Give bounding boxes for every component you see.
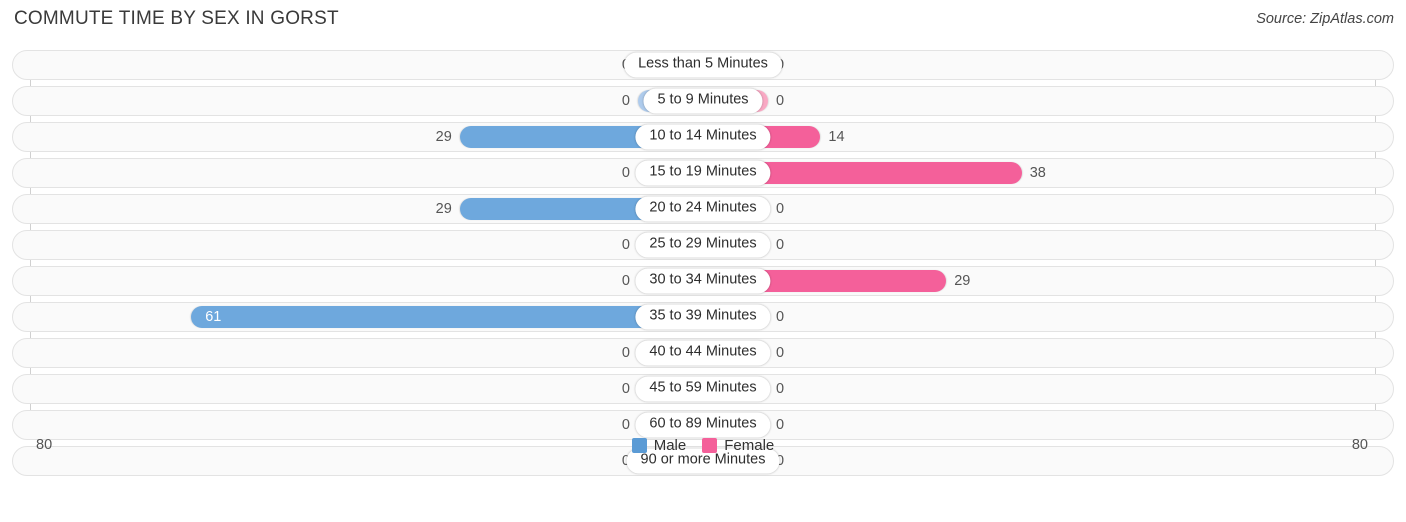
value-label-male: 0: [621, 92, 630, 109]
legend-label-male: Male: [653, 437, 687, 454]
value-label-female: 0: [776, 344, 785, 361]
value-label-female: 0: [776, 380, 785, 397]
table-row[interactable]: 0 0 45 to 59 Minutes: [12, 374, 1394, 404]
row-track: 0 0 25 to 29 Minutes: [13, 231, 1393, 259]
table-row[interactable]: 0 0 60 to 89 Minutes: [12, 410, 1394, 440]
table-row[interactable]: 61 0 35 to 39 Minutes: [12, 302, 1394, 332]
value-label-female: 0: [776, 416, 785, 433]
value-label-female: 0: [776, 236, 785, 253]
table-row[interactable]: 0 38 15 to 19 Minutes: [12, 158, 1394, 188]
row-track: 0 0 5 to 9 Minutes: [13, 87, 1393, 115]
row-track: 0 0 60 to 89 Minutes: [13, 411, 1393, 439]
chart-legend: Male Female: [0, 437, 1406, 454]
row-track: 29 14 10 to 14 Minutes: [13, 123, 1393, 151]
bar-male[interactable]: [191, 306, 703, 328]
row-track: 00Less than 5 Minutes: [13, 51, 1393, 79]
table-row[interactable]: 00Less than 5 Minutes: [12, 50, 1394, 80]
table-row[interactable]: 0 0 40 to 44 Minutes: [12, 338, 1394, 368]
row-track: 0 38 15 to 19 Minutes: [13, 159, 1393, 187]
row-track: 0 29 30 to 34 Minutes: [13, 267, 1393, 295]
value-label-female: 0: [776, 200, 785, 217]
category-label: 40 to 44 Minutes: [635, 340, 771, 366]
value-label-female: 0: [776, 308, 785, 325]
category-label: Less than 5 Minutes: [624, 52, 782, 78]
category-label: 20 to 24 Minutes: [635, 196, 771, 222]
row-track: 0 0 40 to 44 Minutes: [13, 339, 1393, 367]
value-label-male: 0: [621, 164, 630, 181]
value-label-male: 29: [435, 200, 452, 217]
table-row[interactable]: 0 29 30 to 34 Minutes: [12, 266, 1394, 296]
value-label-male: 0: [621, 380, 630, 397]
value-label-female: 14: [828, 128, 845, 145]
category-label: 35 to 39 Minutes: [635, 304, 771, 330]
category-label: 10 to 14 Minutes: [635, 124, 771, 150]
value-label-male: 0: [621, 344, 630, 361]
row-track: 29 0 20 to 24 Minutes: [13, 195, 1393, 223]
source-attribution: Source: ZipAtlas.com: [1256, 11, 1394, 27]
legend-item-female[interactable]: Female: [702, 437, 774, 454]
category-label: 15 to 19 Minutes: [635, 160, 771, 186]
bar-rows: 00Less than 5 Minutes005 to 9 Minutes291…: [0, 50, 1406, 482]
value-label-male: 0: [621, 272, 630, 289]
value-label-male: 29: [435, 128, 452, 145]
legend-swatch-female-icon: [702, 438, 718, 453]
category-label: 60 to 89 Minutes: [635, 412, 771, 438]
row-track: 0 0 45 to 59 Minutes: [13, 375, 1393, 403]
row-track: 61 0 35 to 39 Minutes: [13, 303, 1393, 331]
legend-label-female: Female: [724, 437, 775, 454]
category-label: 25 to 29 Minutes: [635, 232, 771, 258]
category-label: 45 to 59 Minutes: [635, 376, 771, 402]
category-label: 30 to 34 Minutes: [635, 268, 771, 294]
table-row[interactable]: 0 0 25 to 29 Minutes: [12, 230, 1394, 260]
value-label-female: 38: [1029, 164, 1046, 181]
page-title: COMMUTE TIME BY SEX IN GORST: [14, 8, 339, 29]
table-row[interactable]: 0 0 5 to 9 Minutes: [12, 86, 1394, 116]
legend-item-male[interactable]: Male: [631, 437, 687, 454]
value-label-male: 61: [205, 308, 222, 325]
value-label-female: 0: [776, 92, 785, 109]
table-row[interactable]: 29 14 10 to 14 Minutes: [12, 122, 1394, 152]
table-row[interactable]: 29 0 20 to 24 Minutes: [12, 194, 1394, 224]
category-label: 5 to 9 Minutes: [643, 88, 763, 114]
value-label-male: 0: [621, 236, 630, 253]
plot-area: 00Less than 5 Minutes005 to 9 Minutes291…: [0, 50, 1406, 486]
value-label-female: 29: [954, 272, 971, 289]
legend-swatch-male-icon: [631, 438, 647, 453]
value-label-male: 0: [621, 416, 630, 433]
chart-container: COMMUTE TIME BY SEX IN GORST Source: Zip…: [0, 0, 1406, 522]
